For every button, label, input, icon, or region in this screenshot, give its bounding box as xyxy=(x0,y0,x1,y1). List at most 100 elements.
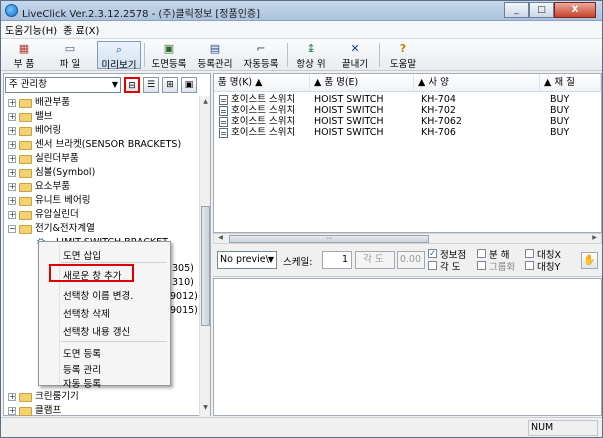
ctx-manage-register[interactable]: 등록 관리 xyxy=(63,362,101,376)
maximize-button[interactable]: □ xyxy=(529,2,554,18)
table-row[interactable]: 호이스트 스위치 HOIST SWITCH KH-7062 BUY xyxy=(214,116,601,127)
ctx-insert-drawing[interactable]: 도면 삽입 xyxy=(63,248,101,262)
scroll-down-icon[interactable]: ▼ xyxy=(201,404,210,414)
table-row[interactable]: 호이스트 스위치 HOIST SWITCH KH-706 BUY xyxy=(214,127,601,138)
context-menu: 도면 삽입 새로운 창 추가 선택창 이름 변경. 선택창 삭제 선택창 내용 … xyxy=(38,241,171,390)
checkbox-mirror-y[interactable] xyxy=(525,261,534,270)
scroll-right-icon[interactable]: ▶ xyxy=(590,234,599,244)
ctx-delete-window[interactable]: 선택창 삭제 xyxy=(63,306,110,320)
expand-icon[interactable]: + xyxy=(8,211,16,219)
window-settings-button[interactable]: ▣ xyxy=(181,77,197,93)
expand-icon[interactable]: + xyxy=(8,113,16,121)
menu-exit[interactable]: 종 료(X) xyxy=(63,22,99,37)
ctx-register-drawing[interactable]: 도면 등록 xyxy=(63,346,101,360)
tree-scrollbar[interactable]: ▲ ▼ xyxy=(199,96,210,416)
folder-icon xyxy=(19,393,32,402)
tree-partial-label: 9015) xyxy=(170,305,198,316)
scale-input[interactable]: 1 xyxy=(322,251,352,269)
tree-item[interactable]: − 전기&전자계열 xyxy=(4,222,199,236)
table-row[interactable]: 호이스트 스위치 HOIST SWITCH KH-704 BUY xyxy=(214,94,601,105)
register-manage-icon: ▤ xyxy=(209,42,221,55)
minimize-button[interactable]: _ xyxy=(504,2,529,18)
tree-scroll-thumb[interactable] xyxy=(201,206,210,326)
tree-item[interactable]: + 배관부품 xyxy=(4,96,199,110)
column-header-name-en[interactable]: ▲ 품 명(E) xyxy=(310,74,414,92)
collapse-icon[interactable]: − xyxy=(8,225,16,233)
tree-partial-label: 305) xyxy=(172,263,194,274)
preview-select[interactable]: No previe\ ▼ xyxy=(217,251,277,269)
folder-icon xyxy=(19,113,32,122)
toolbar-register-manage-button[interactable]: ▤ 등록관리 xyxy=(193,41,237,70)
table-row[interactable]: 호이스트 스위치 HOIST SWITCH KH-702 BUY xyxy=(214,105,601,116)
document-icon xyxy=(219,106,228,116)
toolbar-exit-button[interactable]: ✕ 끝내기 xyxy=(335,41,375,70)
checkbox-angle[interactable] xyxy=(428,261,437,270)
window-list-button[interactable]: ☰ xyxy=(143,77,159,93)
checkbox-group[interactable] xyxy=(477,261,486,270)
column-header-name-kr[interactable]: 품 명(K) ▲ xyxy=(214,74,310,92)
status-num-lock: NUM xyxy=(528,420,598,436)
panel-select[interactable]: 주 관리창 ▼ xyxy=(5,77,121,93)
expand-icon[interactable]: + xyxy=(8,183,16,191)
column-header-spec[interactable]: ▲ 사 양 xyxy=(414,74,540,92)
folder-icon: ▭ xyxy=(64,42,76,55)
toolbar-parts-button[interactable]: ▦ 부 품 xyxy=(5,41,43,70)
expand-icon[interactable]: + xyxy=(8,169,16,177)
document-icon xyxy=(219,128,228,138)
toolbar: ▦ 부 품 ▭ 파 일 ⌕ 미리보기 ▣ 도면등록 ▤ 등록관리 ⌐ 자동등록 … xyxy=(1,39,602,71)
ctx-auto-register[interactable]: 자동 등록 xyxy=(63,376,101,390)
menu-help[interactable]: 도움기능(H) xyxy=(5,22,57,37)
toolbar-drawing-register-button[interactable]: ▣ 도면등록 xyxy=(147,41,191,70)
new-window-button[interactable]: ⊟ xyxy=(124,77,140,93)
tree-item[interactable]: + 센서 브라켓(SENSOR BRACKETS) xyxy=(4,138,199,152)
expand-icon[interactable]: + xyxy=(8,393,16,401)
ctx-rename-window[interactable]: 선택창 이름 변경. xyxy=(63,288,133,302)
scroll-up-icon[interactable]: ▲ xyxy=(201,98,210,108)
tree-item[interactable]: + 클램프 xyxy=(4,404,199,416)
tree-item[interactable]: + 유니트 베어링 xyxy=(4,194,199,208)
expand-icon[interactable]: + xyxy=(8,127,16,135)
tree-item[interactable]: + 베어링 xyxy=(4,124,199,138)
ctx-refresh-window[interactable]: 선택창 내용 갱신 xyxy=(63,324,130,338)
toolbar-file-button[interactable]: ▭ 파 일 xyxy=(45,41,95,70)
angle-input[interactable]: 0.00 xyxy=(397,251,425,269)
tree-item[interactable]: + 크린룸기기 xyxy=(4,390,199,404)
window-title: LiveClick Ver.2.3.12.2578 - (주)클릭정보 [정품인… xyxy=(22,9,261,20)
tree-item[interactable]: + 심볼(Symbol) xyxy=(4,166,199,180)
expand-icon[interactable]: + xyxy=(8,141,16,149)
help-icon: ? xyxy=(399,42,407,55)
tree-partial-label: 9012) xyxy=(170,291,198,302)
window-tile-button[interactable]: ⊞ xyxy=(162,77,178,93)
expand-icon[interactable]: + xyxy=(8,99,16,107)
settings-icon: ▣ xyxy=(184,80,194,90)
menu-separator xyxy=(61,262,167,263)
list-h-scrollbar[interactable]: ◀ ⋯ ▶ xyxy=(213,233,602,244)
scroll-left-icon[interactable]: ◀ xyxy=(216,234,225,244)
auto-register-icon: ⌐ xyxy=(256,42,266,55)
checkbox-info-point[interactable]: ✓ xyxy=(428,249,437,258)
tree-item[interactable]: + 실린더부품 xyxy=(4,152,199,166)
chevron-down-icon: ▼ xyxy=(267,255,274,264)
tree-item[interactable]: + 요소부품 xyxy=(4,180,199,194)
checkbox-explode[interactable] xyxy=(477,249,486,258)
expand-icon[interactable]: + xyxy=(8,197,16,205)
ctx-add-new-window[interactable]: 새로운 창 추가 xyxy=(63,268,121,282)
toolbar-preview-button[interactable]: ⌕ 미리보기 xyxy=(97,41,141,71)
preview-area[interactable] xyxy=(213,278,602,416)
folder-icon xyxy=(19,127,32,136)
toolbar-always-on-top-button[interactable]: ↨ 항상 위 xyxy=(291,41,331,70)
menu-separator xyxy=(61,341,167,342)
tree-item[interactable]: + 밸브 xyxy=(4,110,199,124)
expand-icon[interactable]: + xyxy=(8,407,16,415)
list-h-scroll-thumb[interactable]: ⋯ xyxy=(229,235,429,243)
toolbar-auto-register-button[interactable]: ⌐ 자동등록 xyxy=(239,41,283,70)
window-controls: _ □ X xyxy=(504,2,596,18)
tree-item[interactable]: + 유압실린더 xyxy=(4,208,199,222)
checkbox-mirror-x[interactable] xyxy=(525,249,534,258)
close-button[interactable]: X xyxy=(554,2,596,18)
expand-icon[interactable]: + xyxy=(8,155,16,163)
title-bar[interactable]: LiveClick Ver.2.3.12.2578 - (주)클릭정보 [정품인… xyxy=(1,1,602,21)
column-header-material[interactable]: ▲ 채 질 xyxy=(540,74,601,92)
hand-pan-icon[interactable]: ✋ xyxy=(581,252,598,269)
toolbar-help-button[interactable]: ? 도움말 xyxy=(383,41,423,70)
